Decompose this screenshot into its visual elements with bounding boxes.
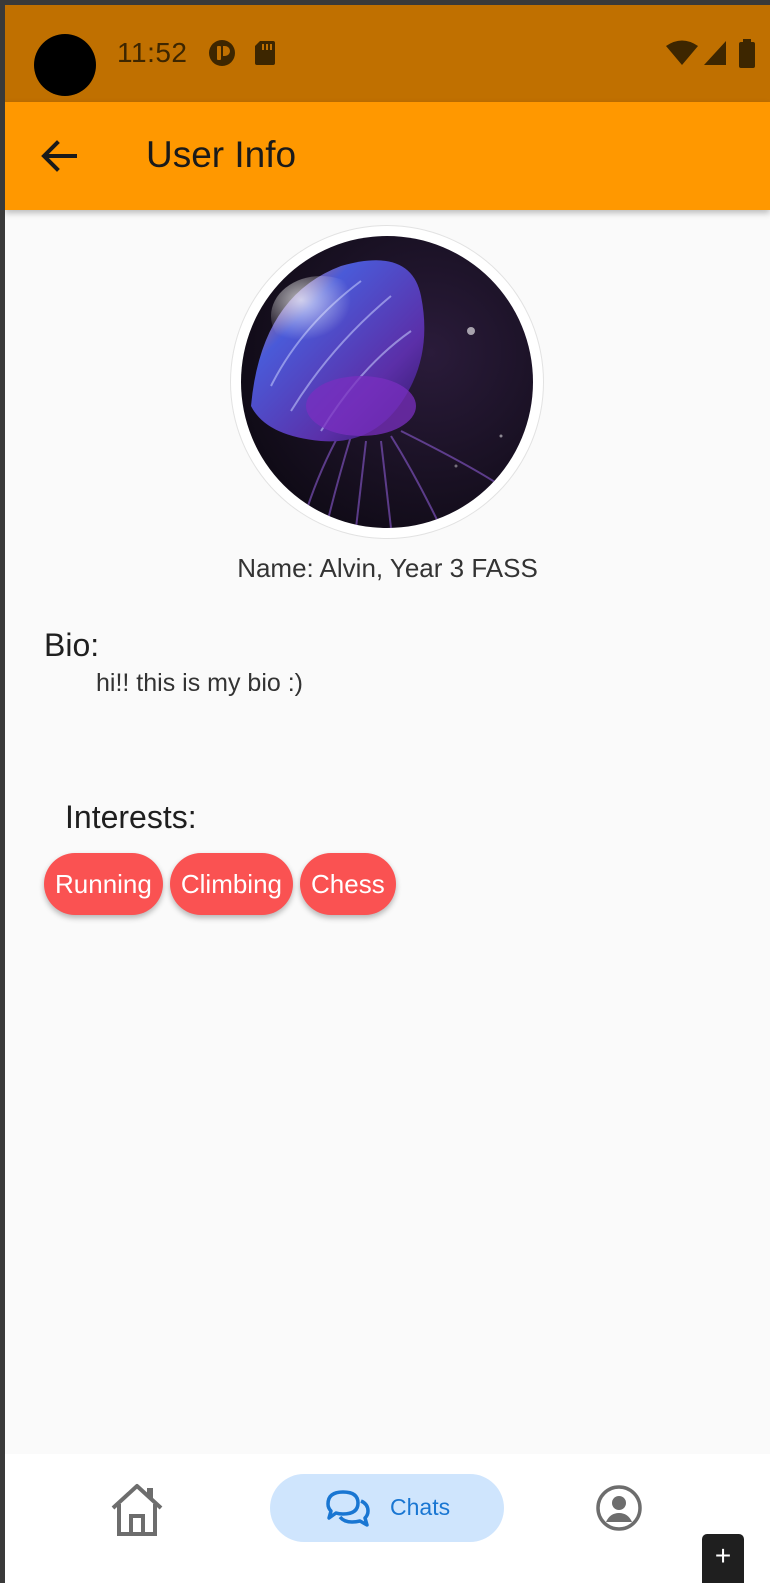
home-icon: [111, 1484, 163, 1536]
chat-bubbles-icon: [326, 1490, 370, 1527]
user-name: Name: Alvin, Year 3 FASS: [237, 553, 538, 583]
interest-chip-climbing[interactable]: Climbing: [169, 853, 294, 915]
interest-chip-running[interactable]: Running: [44, 853, 163, 915]
nav-chats-button[interactable]: Chats: [270, 1474, 504, 1542]
interest-chips: Running Climbing Chess: [44, 853, 396, 915]
bio-text: hi!! this is my bio :): [96, 669, 303, 697]
battery-icon: [739, 39, 755, 68]
bio-heading: Bio:: [44, 627, 100, 663]
page-title: User Info: [146, 134, 297, 175]
interests-heading: Interests:: [65, 799, 197, 835]
jellyfish-image: [241, 236, 533, 528]
back-button[interactable]: [31, 132, 87, 180]
status-bar: 11:52: [5, 5, 770, 102]
arrow-back-icon: [41, 140, 77, 172]
account-circle-icon: [596, 1485, 642, 1531]
nav-home-button[interactable]: [105, 1482, 169, 1538]
nav-profile-button[interactable]: [595, 1484, 643, 1532]
nav-chats-label: Chats: [390, 1494, 451, 1520]
interest-chip-chess[interactable]: Chess: [300, 853, 396, 915]
app-bar: User Info: [5, 102, 770, 210]
add-button[interactable]: +: [702, 1534, 744, 1583]
avatar: [241, 236, 533, 528]
wifi-icon: [666, 40, 698, 65]
sd-card-icon: [255, 41, 275, 65]
status-time: 11:52: [117, 37, 188, 68]
user-info-screen: 11:52 User Info Name: Alvin, Year 3 FASS…: [5, 5, 770, 1583]
camera-cutout: [34, 34, 96, 96]
bottom-navigation: Chats: [5, 1454, 770, 1583]
cellular-signal-icon: [704, 41, 726, 65]
cast-app-icon: [209, 40, 235, 66]
